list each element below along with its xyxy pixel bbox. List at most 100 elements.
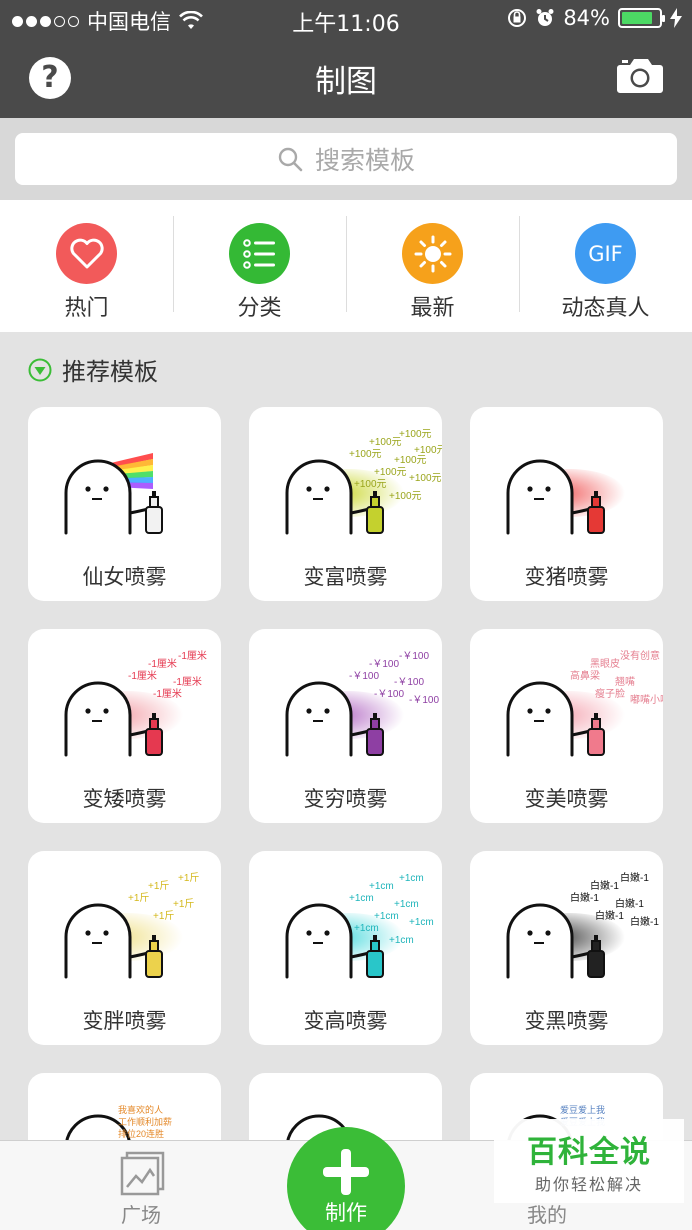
camera-icon[interactable]: [616, 57, 664, 95]
sticker-caption: -￥100: [349, 671, 379, 682]
template-sticker-image: 白嫩-1白嫩-1白嫩-1白嫩-1白嫩-1白嫩-1: [506, 871, 659, 979]
template-label: 变猪喷雾: [524, 565, 609, 589]
sticker-caption: -￥100: [369, 659, 399, 670]
rotation-lock-icon: [508, 9, 527, 27]
heart-icon: [56, 223, 117, 284]
tab-bar: 广场 制作 百科全说 助你轻松解决 我的: [0, 1119, 692, 1230]
template-card[interactable]: 我喜欢的人 工作顺利加薪 排位20连胜: [28, 1073, 221, 1143]
sticker-caption: -1厘米: [173, 675, 202, 688]
sticker-caption: 白嫩-1: [615, 897, 644, 910]
sticker-caption: +1cm: [409, 917, 434, 928]
sticker-caption: +1cm: [394, 899, 419, 910]
sticker-caption: +1cm: [389, 935, 414, 946]
template-sticker-image: [64, 453, 163, 535]
template-sticker-image: +100元+100元+100元+100元+100元+100元+100元+100元…: [285, 429, 442, 535]
sticker-caption: 白嫩-1: [590, 879, 619, 892]
sticker-caption: +1斤: [128, 892, 149, 904]
quick-nav: 热门 分类 最新 GIF 动态真人: [0, 200, 692, 332]
gallery-icon: [120, 1151, 165, 1196]
plus-icon: [323, 1149, 369, 1195]
search-input[interactable]: 搜索模板: [15, 133, 677, 185]
status-bar: 中国电信 上午11:06 84%: [0, 0, 692, 38]
template-card[interactable]: -￥100 -￥100 -￥100 -￥100 -￥100 -￥100 变穷喷雾: [249, 629, 442, 823]
template-sticker-image: -1厘米-1厘米-1厘米-1厘米-1厘米: [64, 649, 207, 757]
sticker-caption: +1cm: [349, 893, 374, 904]
sticker-caption: 瘦子脸: [595, 687, 625, 700]
quicknav-label: 热门: [64, 296, 109, 321]
sticker-caption: +1cm: [354, 923, 379, 934]
template-label: 变矮喷雾: [82, 787, 167, 811]
section-header: 推荐模板: [28, 352, 158, 387]
sticker-caption: +100元: [349, 449, 382, 460]
quicknav-newest[interactable]: 最新: [346, 200, 519, 332]
nav-bar: ? 制图: [0, 38, 692, 118]
sticker-caption: +1斤: [148, 880, 169, 892]
template-label: 变穷喷雾: [303, 787, 388, 811]
template-card[interactable]: +1斤 +1斤 +1斤 +1斤 +1斤变胖喷雾: [28, 851, 221, 1045]
sticker-caption: +100元: [374, 467, 407, 478]
tab-plaza-label: 广场: [121, 1203, 161, 1227]
sticker-caption: +100元: [354, 479, 387, 490]
template-card[interactable]: +100元 +100元 +100元 +100元 +100元 +100元 +100元 +100元…: [249, 407, 442, 601]
watermark-logo: 百科全说 助你轻松解决: [494, 1119, 684, 1203]
sticker-caption: +100元: [409, 473, 442, 484]
quicknav-label: 最新: [410, 296, 455, 321]
template-card[interactable]: 仙女喷雾: [28, 407, 221, 601]
template-card[interactable]: 白嫩-1 白嫩-1 白嫩-1 白嫩-1 白嫩-1 白嫩-1 变黑喷雾: [470, 851, 663, 1045]
quicknav-label: 动态真人: [561, 296, 650, 321]
quicknav-hot[interactable]: 热门: [0, 200, 173, 332]
template-card[interactable]: 变猪喷雾: [470, 407, 663, 601]
page-title: 制图: [315, 64, 377, 100]
gif-icon-text: GIF: [588, 241, 623, 266]
template-sticker-image: [506, 459, 625, 535]
template-sticker-image: +1cm+1cm+1cm+1cm+1cm+1cm+1cm+1cm: [285, 873, 434, 979]
template-card[interactable]: 黑眼皮没有创意高鼻梁翘嘴瘦子脸嘟嘴小嘴变美喷雾: [470, 629, 663, 823]
alarm-icon: [536, 9, 554, 26]
sticker-caption: -1厘米: [178, 649, 207, 662]
sticker-caption: +1斤: [178, 872, 199, 884]
template-label: 变美喷雾: [524, 787, 609, 811]
sticker-caption: 工作顺利加薪: [118, 1116, 172, 1127]
template-sticker-image: -￥100-￥100-￥100-￥100-￥100-￥100: [285, 651, 439, 757]
sticker-caption: +1cm: [369, 881, 394, 892]
template-sticker-image: +1斤+1斤+1斤+1斤+1斤: [64, 872, 199, 979]
quicknav-gif[interactable]: GIF 动态真人: [519, 200, 692, 332]
sticker-caption: -￥100: [394, 677, 424, 688]
sticker-caption: 白嫩-1: [630, 915, 659, 928]
watermark-subtitle: 助你轻松解决: [534, 1175, 643, 1194]
template-label: 变胖喷雾: [82, 1009, 167, 1033]
list-icon: [229, 223, 290, 284]
make-button-label: 制作: [325, 1201, 367, 1225]
sticker-caption: 翘嘴: [615, 676, 635, 688]
quicknav-category[interactable]: 分类: [173, 200, 346, 332]
make-button[interactable]: 制作: [287, 1127, 405, 1230]
sticker-caption: 排位20连胜: [118, 1128, 164, 1139]
sticker-caption: -￥100: [374, 689, 404, 700]
template-label: 变高喷雾: [303, 1009, 388, 1033]
sticker-caption: -1厘米: [148, 657, 177, 670]
template-card[interactable]: -1厘米 -1厘米 -1厘米 -1厘米 -1厘米变矮喷雾: [28, 629, 221, 823]
sticker-caption: +100元: [389, 491, 422, 502]
sticker-caption: +1斤: [153, 910, 174, 922]
search-icon: [278, 147, 303, 172]
sticker-caption: 爱豆爱上我: [560, 1105, 605, 1115]
watermark-title: 百科全说: [527, 1135, 651, 1170]
gif-icon: GIF: [575, 223, 636, 284]
sticker-caption: +1cm: [399, 873, 424, 884]
sticker-caption: 我喜欢的人: [118, 1104, 163, 1115]
sticker-caption: 白嫩-1: [595, 909, 624, 922]
section-title: 推荐模板: [62, 358, 158, 386]
sticker-caption: -1厘米: [128, 669, 157, 682]
template-card[interactable]: +1cm +1cm +1cm +1cm +1cm +1cm +1cm +1cm 变高喷雾: [249, 851, 442, 1045]
tab-mine-label[interactable]: 我的: [527, 1199, 567, 1228]
template-sticker-image: 我喜欢的人工作顺利加薪排位20连胜: [64, 1104, 172, 1143]
battery-icon: [618, 8, 665, 28]
template-sticker-image: 黑眼皮没有创意高鼻梁翘嘴瘦子脸嘟嘴小嘴: [506, 649, 663, 757]
sticker-caption: +100元: [414, 445, 442, 456]
sticker-caption: 白嫩-1: [620, 871, 649, 884]
sticker-caption: 高鼻梁: [570, 669, 600, 682]
battery-percent: 84%: [563, 6, 610, 30]
sticker-caption: 白嫩-1: [570, 891, 599, 904]
triangle-down-icon: [28, 358, 52, 381]
sun-icon: [402, 223, 463, 284]
